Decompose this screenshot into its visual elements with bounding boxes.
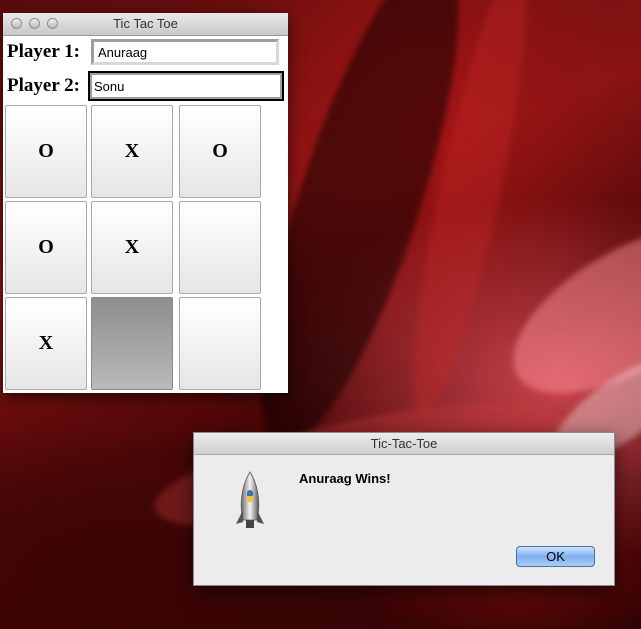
dialog-title: Tic-Tac-Toe bbox=[194, 433, 614, 455]
python-rocket-icon bbox=[236, 471, 264, 528]
board-cell-4[interactable]: O bbox=[5, 201, 87, 294]
dialog-message: Anuraag Wins! bbox=[299, 471, 391, 486]
window-titlebar: Tic Tac Toe bbox=[3, 13, 288, 36]
player2-input[interactable] bbox=[88, 71, 284, 101]
win-alert-dialog: Tic-Tac-Toe Anuraag Wins! OK bbox=[193, 432, 615, 586]
window-title: Tic Tac Toe bbox=[113, 16, 178, 31]
board-cell-1[interactable]: O bbox=[5, 105, 87, 198]
player1-label: Player 1: bbox=[7, 41, 80, 62]
player2-label: Player 2: bbox=[7, 75, 80, 96]
close-window-button[interactable] bbox=[11, 18, 22, 29]
board-cell-3[interactable]: O bbox=[179, 105, 261, 198]
board-cell-5[interactable]: X bbox=[91, 201, 173, 294]
window-controls bbox=[11, 18, 58, 29]
player2-row: Player 2: bbox=[7, 71, 284, 101]
player1-row: Player 1: bbox=[7, 38, 279, 66]
board-cell-6[interactable] bbox=[179, 201, 261, 294]
board-cell-8[interactable] bbox=[91, 297, 173, 390]
minimize-window-button[interactable] bbox=[29, 18, 40, 29]
zoom-window-button[interactable] bbox=[47, 18, 58, 29]
player1-input[interactable] bbox=[91, 39, 279, 65]
board-cell-7[interactable]: X bbox=[5, 297, 87, 390]
board-cell-9[interactable] bbox=[179, 297, 261, 390]
board-cell-2[interactable]: X bbox=[91, 105, 173, 198]
ok-button[interactable]: OK bbox=[516, 546, 595, 567]
tictactoe-window: Tic Tac Toe Player 1: Player 2: O X O O … bbox=[3, 13, 288, 393]
